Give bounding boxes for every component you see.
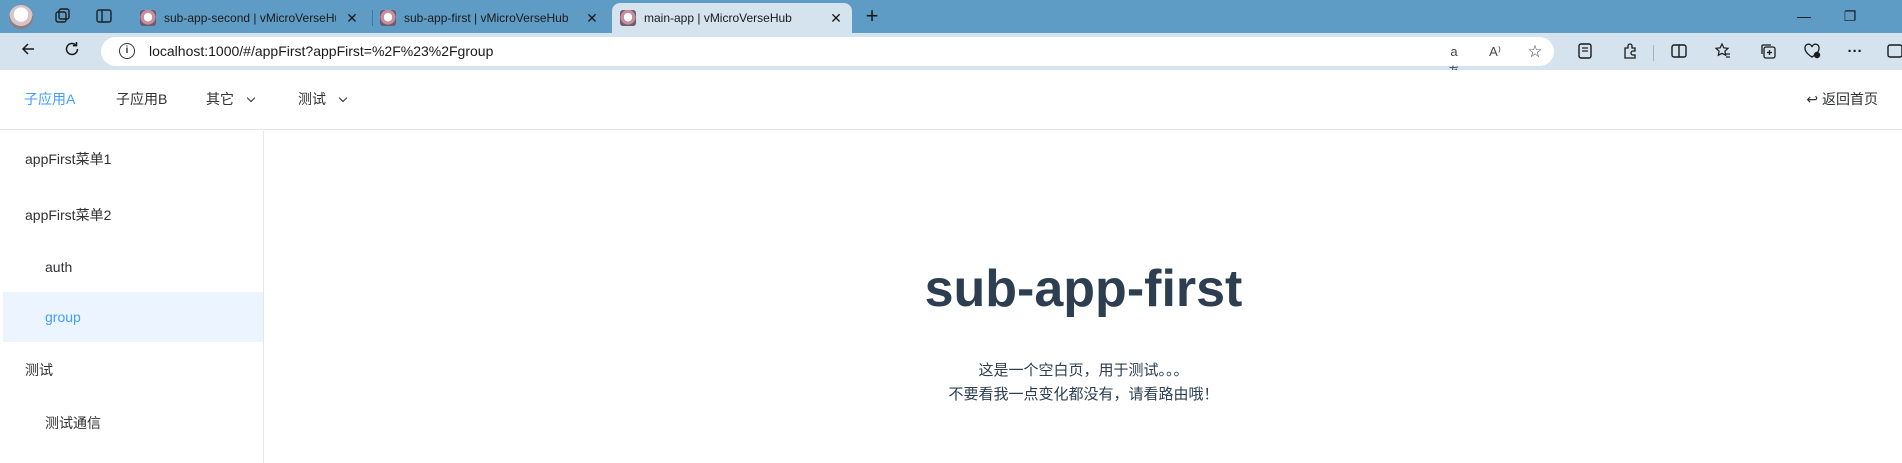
- tab-favicon-icon: [140, 10, 156, 26]
- page-title: sub-app-first: [924, 260, 1243, 318]
- browser-toolbar: i localhost:1000/#/appFirst?appFirst=%2F…: [0, 33, 1902, 79]
- url-text[interactable]: localhost:1000/#/appFirst?appFirst=%2F%2…: [149, 37, 493, 66]
- copilot-icon[interactable]: [1885, 42, 1902, 62]
- tab-title: sub-app-first | vMicroVerseHub: [404, 11, 569, 25]
- profile-avatar-icon[interactable]: [9, 5, 33, 29]
- browser-tab-sub-app-second[interactable]: sub-app-second | vMicroVerseHub ✕: [132, 3, 368, 33]
- page-description: 这是一个空白页，用于测试。。。 不要看我一点变化都没有，请看路由哦！: [265, 359, 1902, 407]
- tab-title: sub-app-second | vMicroVerseHub: [164, 11, 336, 25]
- menu-sub-app-a[interactable]: 子应用A: [24, 70, 75, 129]
- sidebar-item-test[interactable]: 测试: [3, 345, 263, 395]
- translate-icon[interactable]: aあ: [1444, 42, 1464, 79]
- sidebar-item-group[interactable]: group: [3, 292, 263, 342]
- reading-list-icon[interactable]: [1575, 42, 1595, 62]
- close-icon[interactable]: ✕: [344, 10, 360, 27]
- chevron-down-icon: [246, 93, 256, 103]
- sidebar-item-appfirst-menu2[interactable]: appFirst菜单2: [3, 190, 263, 240]
- address-bar[interactable]: i localhost:1000/#/appFirst?appFirst=%2F…: [101, 37, 1554, 79]
- favorite-star-icon[interactable]: ☆: [1525, 42, 1545, 62]
- restore-button[interactable]: ❐: [1827, 0, 1873, 33]
- browser-tab-strip: sub-app-second | vMicroVerseHub ✕ sub-ap…: [0, 0, 1902, 33]
- favorites-icon[interactable]: [1713, 42, 1733, 62]
- browser-tab-main-app[interactable]: main-app | vMicroVerseHub ✕: [612, 3, 852, 33]
- toolbar-separator: [1653, 45, 1654, 61]
- menu-sub-app-b[interactable]: 子应用B: [116, 70, 167, 129]
- chevron-down-icon: [338, 93, 348, 103]
- menu-other[interactable]: 其它: [206, 70, 256, 129]
- sidebar-item-appfirst-menu1[interactable]: appFirst菜单1: [3, 134, 263, 184]
- sidebar-item-test-communication[interactable]: 测试通信: [3, 398, 263, 448]
- read-aloud-icon[interactable]: A⁾: [1485, 42, 1505, 62]
- menu-test[interactable]: 测试: [298, 70, 348, 129]
- menu-other-label: 其它: [206, 91, 234, 107]
- new-tab-button[interactable]: +: [860, 5, 884, 29]
- app-header: 子应用A 子应用B 其它 测试 ↩ 返回首页: [0, 70, 1902, 130]
- browser-tab-sub-app-first[interactable]: sub-app-first | vMicroVerseHub ✕: [372, 3, 608, 33]
- menu-test-label: 测试: [298, 91, 326, 107]
- close-icon[interactable]: ✕: [828, 10, 844, 27]
- collections-icon[interactable]: [1758, 42, 1778, 62]
- site-info-icon[interactable]: i: [119, 43, 135, 59]
- back-home-link[interactable]: ↩ 返回首页: [1806, 70, 1878, 129]
- more-options-icon[interactable]: ···: [1845, 42, 1865, 62]
- vertical-tabs-icon[interactable]: [94, 7, 114, 27]
- tab-favicon-icon: [620, 10, 636, 26]
- refresh-button[interactable]: [58, 38, 86, 66]
- minimize-button[interactable]: —: [1781, 0, 1827, 33]
- close-icon[interactable]: ✕: [584, 10, 600, 27]
- tab-title: main-app | vMicroVerseHub: [644, 11, 792, 25]
- browser-essentials-icon[interactable]: [1802, 42, 1822, 62]
- workspaces-icon[interactable]: [52, 7, 72, 27]
- description-line-2: 不要看我一点变化都没有，请看路由哦！: [948, 386, 1219, 403]
- sidebar-menu: appFirst菜单1 appFirst菜单2 auth group 测试 测试…: [3, 131, 264, 463]
- tab-favicon-icon: [380, 10, 396, 26]
- main-content: sub-app-first 这是一个空白页，用于测试。。。 不要看我一点变化都没…: [265, 131, 1902, 463]
- back-button[interactable]: [14, 38, 42, 66]
- description-line-1: 这是一个空白页，用于测试。。。: [978, 362, 1189, 379]
- sidebar-item-auth[interactable]: auth: [3, 242, 263, 292]
- extensions-icon[interactable]: [1620, 42, 1640, 62]
- split-screen-icon[interactable]: [1669, 42, 1689, 62]
